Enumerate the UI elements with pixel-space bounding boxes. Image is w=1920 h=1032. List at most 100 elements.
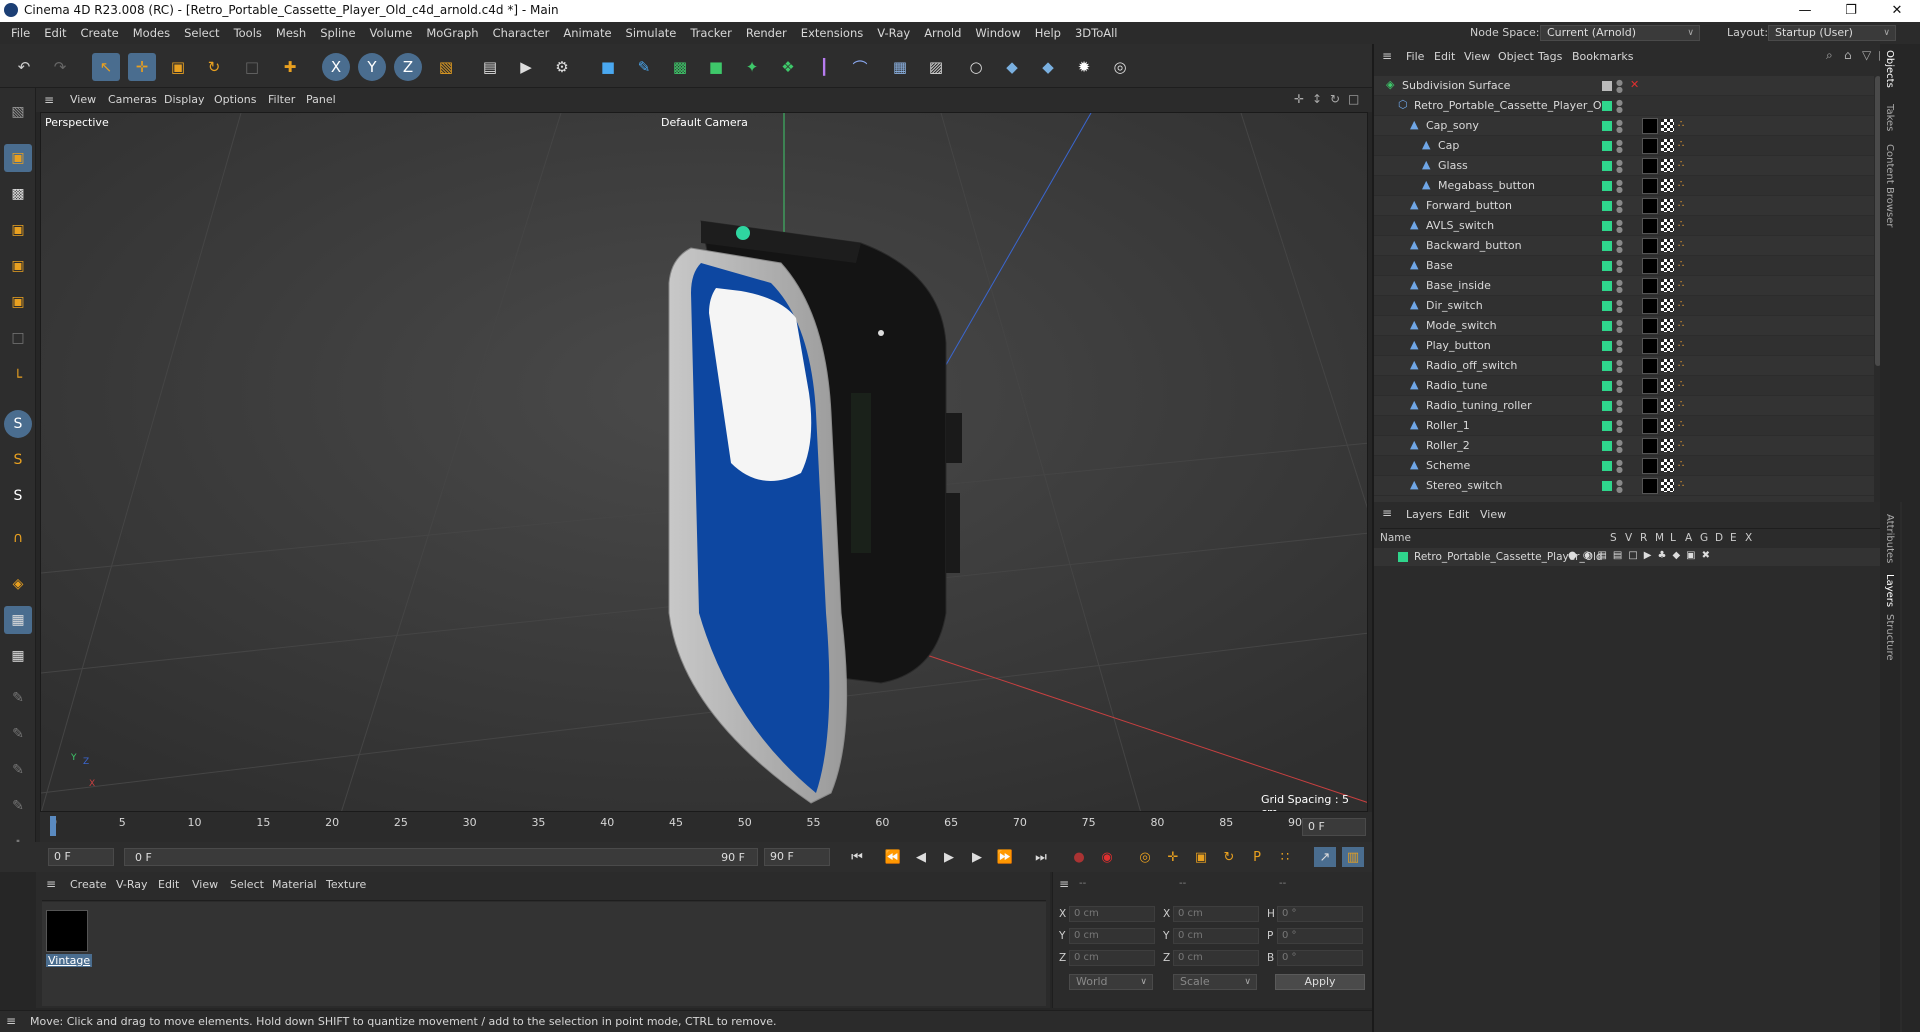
layer-color-swatch[interactable] <box>1398 552 1408 562</box>
tab-takes[interactable]: Takes <box>1884 104 1895 131</box>
menu-edit[interactable]: Edit <box>37 22 73 44</box>
render-icon[interactable]: ▶ <box>512 53 540 81</box>
material-tag-icon[interactable] <box>1642 178 1658 194</box>
uvw-tag-icon[interactable]: ∴ <box>1678 279 1684 290</box>
menu-window[interactable]: Window <box>968 22 1027 44</box>
x-axis-icon[interactable]: X <box>322 53 350 81</box>
layer-color-icon[interactable] <box>1602 301 1612 311</box>
layer-color-icon[interactable] <box>1602 201 1612 211</box>
coord-size-field[interactable]: 0 cm <box>1173 950 1259 966</box>
checker-tag-icon[interactable] <box>1661 359 1674 372</box>
object-name[interactable]: Glass <box>1438 159 1468 172</box>
uvw-tag-icon[interactable]: ∴ <box>1678 199 1684 210</box>
layer-col-header[interactable]: S <box>1610 532 1617 544</box>
make-editable-icon[interactable]: ▧ <box>4 98 32 126</box>
tab-structure[interactable]: Structure <box>1884 614 1895 661</box>
model-mode-icon[interactable]: ▣ <box>4 144 32 172</box>
layer-color-icon[interactable] <box>1602 221 1612 231</box>
home-icon[interactable]: ⌂ <box>1844 48 1852 62</box>
coord-rotation-field[interactable]: 0 ° <box>1277 950 1363 966</box>
menu-mesh[interactable]: Mesh <box>269 22 313 44</box>
move-icon[interactable]: ✛ <box>128 53 156 81</box>
coord-position-field[interactable]: 0 cm <box>1069 950 1155 966</box>
apply-button[interactable]: Apply <box>1275 974 1365 990</box>
symmetry-icon[interactable]: ┃ <box>810 53 838 81</box>
object-row[interactable]: ▲ AVLS_switch ● ● ∴ <box>1374 216 1882 236</box>
menu-tools[interactable]: Tools <box>227 22 269 44</box>
object-name[interactable]: Mode_switch <box>1426 319 1497 332</box>
obj-menu-object[interactable]: Object <box>1498 50 1534 63</box>
mat-menu-edit[interactable]: Edit <box>158 878 179 891</box>
hamburger-icon[interactable]: ≡ <box>1059 877 1069 891</box>
snap-icon[interactable]: S <box>4 410 32 438</box>
enable-check-icon[interactable] <box>1602 81 1612 91</box>
cube-icon[interactable]: ■ <box>594 53 622 81</box>
go-to-start-icon[interactable]: ⏮ <box>846 847 868 867</box>
material-tag-icon[interactable] <box>1642 258 1658 274</box>
object-row[interactable]: ▲ Forward_button ● ● ∴ <box>1374 196 1882 216</box>
visibility-dots-icon[interactable]: ● ● <box>1616 99 1623 114</box>
layer-menu-layers[interactable]: Layers <box>1406 508 1442 521</box>
coord-size-field[interactable]: 0 cm <box>1173 906 1259 922</box>
material-tag-icon[interactable] <box>1642 278 1658 294</box>
menu-animate[interactable]: Animate <box>556 22 618 44</box>
layer-color-icon[interactable] <box>1602 261 1612 271</box>
uvw-tag-icon[interactable]: ∴ <box>1678 139 1684 150</box>
menu-render[interactable]: Render <box>739 22 794 44</box>
obj-menu-view[interactable]: View <box>1464 50 1490 63</box>
mat-menu-vray[interactable]: V-Ray <box>116 878 148 891</box>
subdivision-icon[interactable]: ▩ <box>666 53 694 81</box>
material-tag-icon[interactable] <box>1642 218 1658 234</box>
polygon-mode-icon[interactable]: ▣ <box>4 288 32 316</box>
visibility-dots-icon[interactable]: ● ● <box>1616 139 1623 154</box>
visibility-dots-icon[interactable]: ● ● <box>1616 79 1623 94</box>
object-name[interactable]: Radio_off_switch <box>1426 359 1517 372</box>
object-name[interactable]: Play_button <box>1426 339 1491 352</box>
next-frame-icon[interactable]: ▶ <box>966 847 988 867</box>
obj-menu-edit[interactable]: Edit <box>1434 50 1455 63</box>
visibility-dots-icon[interactable]: ● ● <box>1616 239 1623 254</box>
viewport-menu-panel[interactable]: Panel <box>306 93 336 106</box>
node-space-dropdown[interactable]: Current (Arnold) <box>1540 25 1700 41</box>
visibility-dots-icon[interactable]: ● ● <box>1616 299 1623 314</box>
tab-attributes[interactable]: Attributes <box>1884 514 1895 563</box>
key-rotation-icon[interactable]: ↻ <box>1218 847 1240 867</box>
menu-create[interactable]: Create <box>74 22 126 44</box>
axis-mode-icon[interactable]: └ <box>4 364 32 392</box>
object-name[interactable]: Roller_2 <box>1426 439 1470 452</box>
world-coord-icon[interactable]: ▧ <box>432 53 460 81</box>
menu-arnold[interactable]: Arnold <box>917 22 968 44</box>
object-name[interactable]: Cap_sony <box>1426 119 1479 132</box>
visibility-dots-icon[interactable]: ● ● <box>1616 219 1623 234</box>
scale-tool-icon[interactable]: ✎ <box>4 792 32 820</box>
orbit-view-icon[interactable]: ↻ <box>1330 92 1340 106</box>
mat-menu-texture[interactable]: Texture <box>326 878 366 891</box>
object-row[interactable]: ▲ Stereo_switch ● ● ∴ <box>1374 476 1882 496</box>
motion-path-icon[interactable]: ↗ <box>1314 847 1336 867</box>
layer-color-icon[interactable] <box>1602 481 1612 491</box>
viewport-menu-filter[interactable]: Filter <box>268 93 295 106</box>
render-view-icon[interactable]: ▤ <box>476 53 504 81</box>
object-name[interactable]: Subdivision Surface <box>1402 79 1510 92</box>
layer-col-header[interactable]: G <box>1700 532 1708 544</box>
pan-view-icon[interactable]: ✛ <box>1294 92 1304 106</box>
object-name[interactable]: Base_inside <box>1426 279 1491 292</box>
object-name[interactable]: Radio_tune <box>1426 379 1487 392</box>
viewport-menu-options[interactable]: Options <box>214 93 256 106</box>
checker-tag-icon[interactable] <box>1661 339 1674 352</box>
mat-menu-select[interactable]: Select <box>230 878 264 891</box>
object-name[interactable]: Base <box>1426 259 1453 272</box>
hamburger-icon[interactable]: ≡ <box>1382 506 1392 520</box>
object-name[interactable]: Radio_tuning_roller <box>1426 399 1532 412</box>
frame-range-slider[interactable]: 0 F 90 F <box>124 848 758 866</box>
menu-volume[interactable]: Volume <box>363 22 420 44</box>
layer-color-icon[interactable] <box>1602 181 1612 191</box>
3d-viewport[interactable]: Perspective Default Camera Grid Spacing … <box>40 112 1368 812</box>
workplane-icon[interactable]: ◈ <box>4 570 32 598</box>
object-name[interactable]: Roller_1 <box>1426 419 1470 432</box>
layer-menu-edit[interactable]: Edit <box>1448 508 1469 521</box>
checker-tag-icon[interactable] <box>1661 439 1674 452</box>
minimize-button[interactable]: — <box>1782 0 1828 22</box>
go-to-end-icon[interactable]: ⏭ <box>1030 847 1052 867</box>
menu-3dtoall[interactable]: 3DToAll <box>1068 22 1125 44</box>
